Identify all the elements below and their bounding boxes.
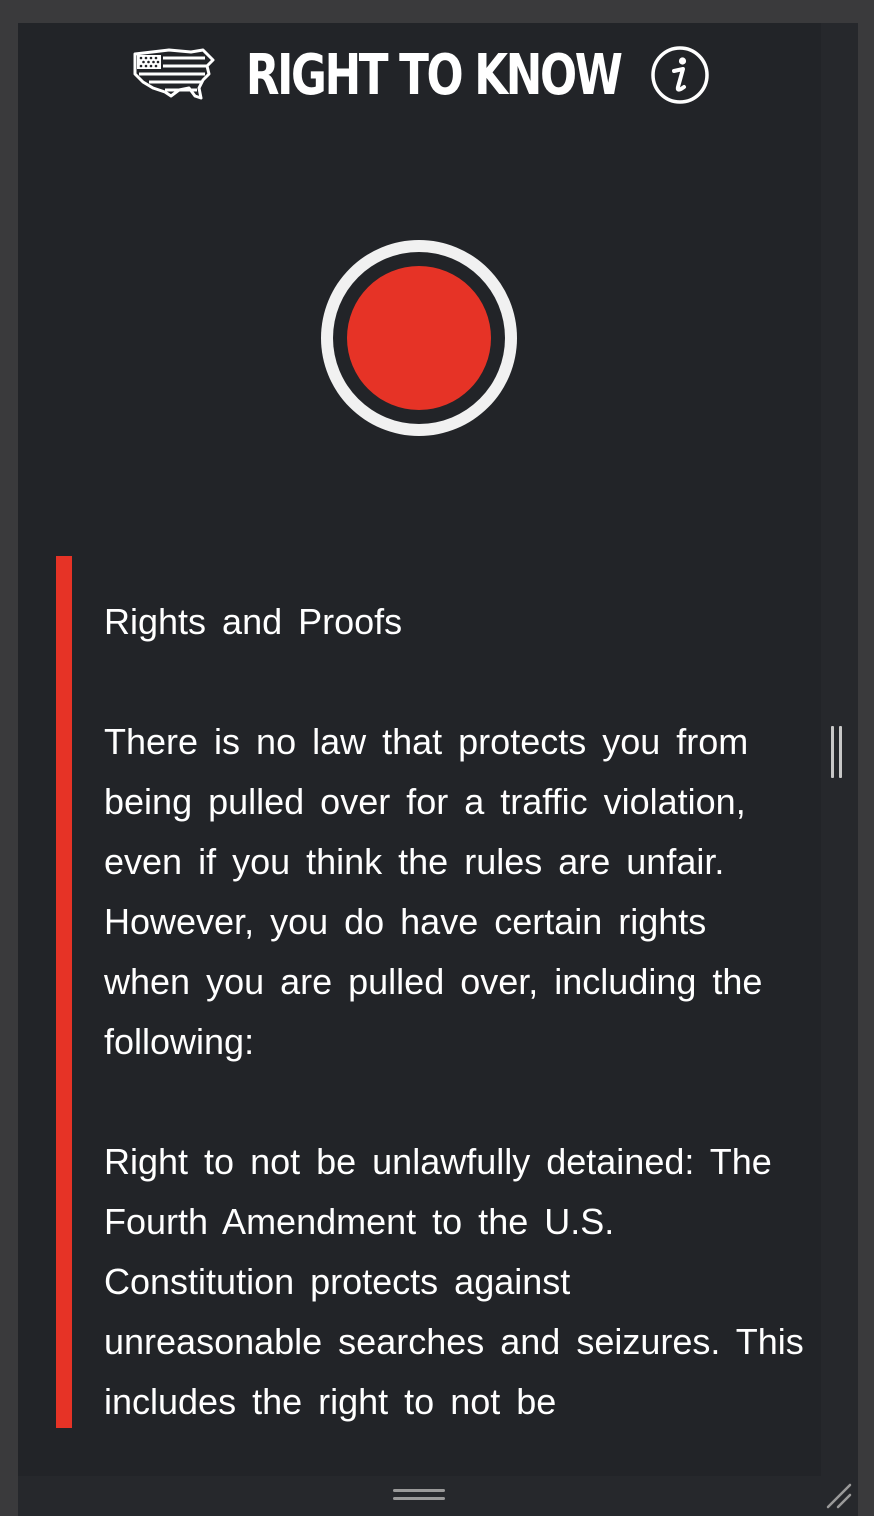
app-window: RIGHT TO KNOW Rights and Proofs There is… — [18, 23, 858, 1516]
us-flag-map-icon — [133, 48, 215, 100]
response-heading: Rights and Proofs — [104, 601, 403, 642]
drag-handle[interactable] — [393, 1489, 445, 1503]
header: RIGHT TO KNOW — [18, 35, 821, 115]
record-button-ring — [333, 252, 505, 424]
response-text: Rights and Proofs There is no law that p… — [104, 592, 804, 1428]
record-dot-icon — [347, 266, 491, 410]
response-panel[interactable]: Rights and Proofs There is no law that p… — [56, 556, 821, 1428]
info-icon[interactable] — [650, 45, 710, 105]
record-button[interactable] — [321, 240, 517, 436]
resize-grip-icon[interactable] — [824, 1481, 852, 1509]
app-screen: RIGHT TO KNOW Rights and Proofs There is… — [18, 23, 821, 1476]
scrollbar-thumb[interactable] — [831, 726, 843, 778]
accent-bar — [56, 556, 72, 1428]
app-title: RIGHT TO KNOW — [246, 42, 623, 108]
response-paragraph: There is no law that protects you from b… — [104, 721, 763, 1062]
response-paragraph: Right to not be unlawfully detained: The… — [104, 1141, 804, 1422]
